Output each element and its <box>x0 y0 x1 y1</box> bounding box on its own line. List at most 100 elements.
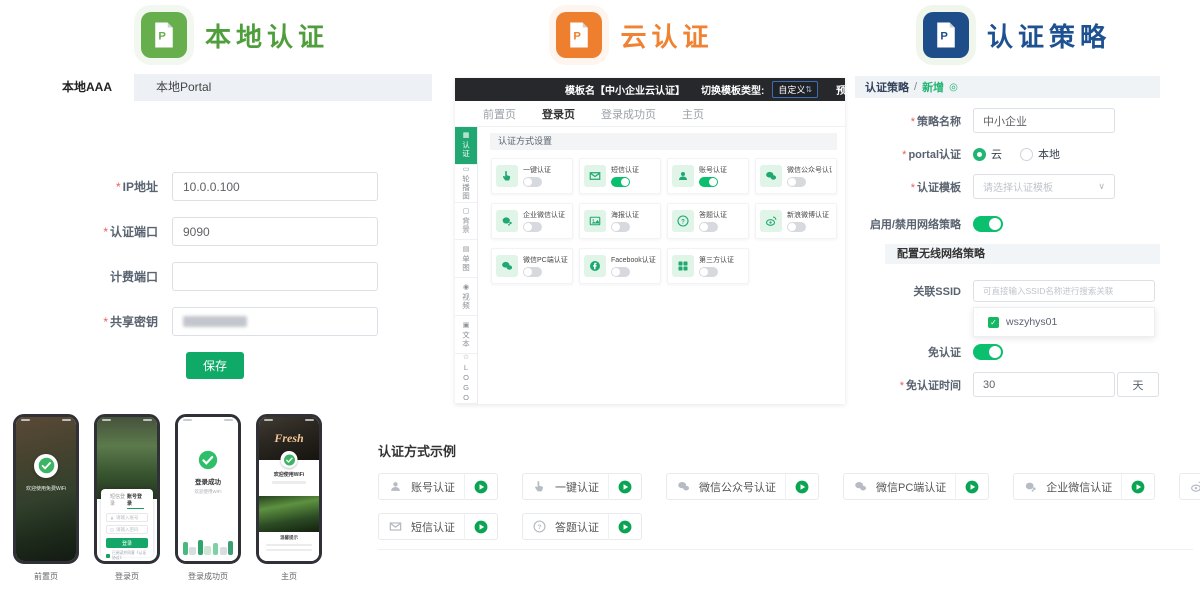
auth-port-input[interactable]: 9090 <box>172 217 378 246</box>
policy-name-input[interactable]: 中小企业 <box>973 108 1115 133</box>
sidebar-item-background[interactable]: ▢背景 <box>455 203 477 241</box>
question-icon <box>533 520 546 533</box>
method-toggle[interactable] <box>787 222 806 232</box>
method-toggle[interactable] <box>611 267 630 277</box>
free-auth-time-label: 免认证时间 <box>906 380 961 392</box>
method-toggle[interactable] <box>523 222 542 232</box>
phone-caption: 登录成功页 <box>175 571 241 582</box>
checkbox-checked-icon[interactable]: ✓ <box>988 317 999 328</box>
auth-examples-section: 认证方式示例 账号认证 一键认证 微信公众号认证 微信PC端认证 企业微信认证 … <box>378 441 1193 550</box>
example-account-auth-button[interactable]: 账号认证 <box>378 473 498 500</box>
login-success-text: 登录成功 <box>178 476 238 486</box>
sidebar-item-auth[interactable]: ▦认证 <box>455 127 477 165</box>
editor-topbar: 模板名【中小企业云认证】 切换模板类型: 自定义 ⇅ 预览 <box>455 78 845 101</box>
hand-click-icon <box>496 165 518 187</box>
play-icon[interactable] <box>965 480 979 494</box>
password-input[interactable]: 请输入密码 <box>106 525 148 534</box>
sms-login-tab[interactable]: 短信登录 <box>110 493 127 509</box>
agreement-text[interactable]: 已阅读并同意《认证协议》 <box>106 551 148 561</box>
preview-button[interactable]: 预览 <box>836 82 856 97</box>
accounting-port-input[interactable] <box>172 262 378 291</box>
mail-icon <box>389 520 402 533</box>
free-auth-time-input[interactable]: 30 <box>973 372 1115 397</box>
sidebar-item-single-image[interactable]: ▤单图 <box>455 240 477 278</box>
tab-pre-page[interactable]: 前置页 <box>483 106 516 122</box>
play-icon[interactable] <box>618 480 632 494</box>
text-icon: ▣ <box>463 322 470 329</box>
method-toggle[interactable] <box>611 177 630 187</box>
enable-policy-toggle[interactable] <box>973 216 1003 232</box>
facebook-icon <box>584 255 606 277</box>
auth-policy-title: 认证策略 <box>987 17 1111 54</box>
login-button[interactable]: 登录 <box>106 538 148 548</box>
radio-dot <box>973 148 986 161</box>
template-type-select[interactable]: 自定义 ⇅ <box>772 81 818 98</box>
method-card-wechat-pc: 微信PC端认证 <box>491 248 573 284</box>
phone-statusbar <box>21 419 71 422</box>
example-weibo-auth-button[interactable]: 新浪微博认证 <box>1179 473 1200 500</box>
form-row: *认证端口 9090 <box>40 217 432 246</box>
portal-auth-label: portal认证 <box>908 149 961 161</box>
sidebar-item-text[interactable]: ▣文本 <box>455 316 477 354</box>
wechat-icon <box>496 255 518 277</box>
people-illustration <box>182 529 234 555</box>
example-wechat-official-auth-button[interactable]: 微信公众号认证 <box>666 473 819 500</box>
play-icon[interactable] <box>1131 480 1145 494</box>
method-toggle[interactable] <box>523 267 542 277</box>
example-one-key-auth-button[interactable]: 一键认证 <box>522 473 642 500</box>
phone-mockup-login-page: 短信登录 账号登录 请输入账号 请输入密码 登录 已阅读并同意《认证协议》 <box>94 414 160 564</box>
policy-name-row: *策略名称 中小企业 <box>855 108 1160 133</box>
phone-mockup-pre-page: 欢迎使用免费WiFi <box>13 414 79 564</box>
example-sms-auth-button[interactable]: 短信认证 <box>378 513 498 540</box>
method-card-account: 账号认证 <box>667 158 749 194</box>
tab-home-page[interactable]: 主页 <box>682 106 704 122</box>
breadcrumb-root[interactable]: 认证策略 <box>865 79 909 95</box>
play-icon[interactable] <box>618 520 632 534</box>
method-card-wecom: 企业微信认证 <box>491 203 573 239</box>
tab-local-aaa[interactable]: 本地AAA <box>40 74 134 101</box>
method-toggle[interactable] <box>787 177 806 187</box>
free-auth-row: 免认证 <box>855 344 1160 360</box>
tab-local-portal[interactable]: 本地Portal <box>134 74 233 101</box>
ssid-option-label: wszyhys01 <box>1006 316 1057 328</box>
phone-mockup-home-page: Fresh 欢迎使用WiFi 温馨提示 <box>256 414 322 564</box>
shared-key-input[interactable] <box>172 307 378 336</box>
sidebar-item-logo[interactable]: ☆LOGO <box>455 354 477 404</box>
play-icon[interactable] <box>474 480 488 494</box>
method-card-facebook: Facebook认证 <box>579 248 661 284</box>
ssid-search-input[interactable]: 可直接输入SSID名称进行搜索关联 <box>973 280 1155 302</box>
method-toggle[interactable] <box>611 222 630 232</box>
phone-caption: 登录页 <box>94 571 160 582</box>
ip-address-input[interactable]: 10.0.0.100 <box>172 172 378 201</box>
account-login-tab[interactable]: 账号登录 <box>127 493 144 509</box>
shared-key-masked-value <box>183 316 247 327</box>
example-wecom-auth-button[interactable]: 企业微信认证 <box>1013 473 1155 500</box>
document-icon-orange <box>556 12 602 58</box>
document-icon-green <box>141 12 187 58</box>
ssid-dropdown-option[interactable]: ✓ wszyhys01 <box>973 307 1155 337</box>
method-toggle[interactable] <box>699 177 718 187</box>
tab-login-success-page[interactable]: 登录成功页 <box>601 106 656 122</box>
enable-policy-row: 启用/禁用网络策略 <box>855 216 1160 232</box>
example-wechat-pc-auth-button[interactable]: 微信PC端认证 <box>843 473 989 500</box>
sidebar-item-video[interactable]: ◉视频 <box>455 278 477 316</box>
auth-template-select[interactable]: 请选择认证模板 ∨ <box>973 174 1115 199</box>
radio-cloud[interactable]: 云 <box>973 146 1002 162</box>
play-icon[interactable] <box>474 520 488 534</box>
time-unit-box[interactable]: 天 <box>1117 372 1159 397</box>
account-input[interactable]: 请输入账号 <box>106 513 148 522</box>
wechat-icon <box>854 480 867 493</box>
free-auth-toggle[interactable] <box>973 344 1003 360</box>
method-toggle[interactable] <box>523 177 542 187</box>
method-toggle[interactable] <box>699 267 718 277</box>
method-toggle[interactable] <box>699 222 718 232</box>
tab-login-page[interactable]: 登录页 <box>542 106 575 122</box>
play-icon[interactable] <box>795 480 809 494</box>
example-quiz-auth-button[interactable]: 答题认证 <box>522 513 642 540</box>
enable-policy-label: 启用/禁用网络策略 <box>855 216 973 232</box>
ip-address-label: IP地址 <box>123 180 158 194</box>
radio-local[interactable]: 本地 <box>1020 146 1060 162</box>
save-button[interactable]: 保存 <box>186 352 244 379</box>
sidebar-item-carousel[interactable]: ▭轮播图 <box>455 165 477 203</box>
store-photo <box>97 417 157 499</box>
